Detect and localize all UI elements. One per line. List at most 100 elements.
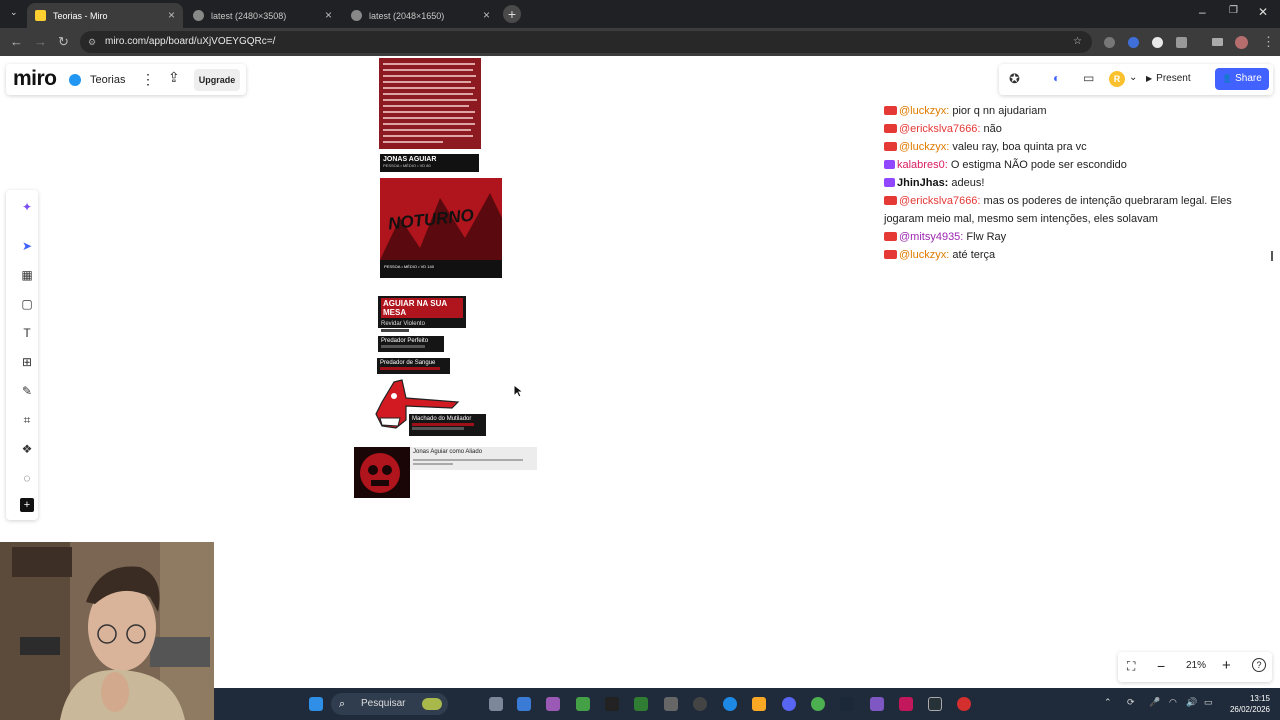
apps-icon[interactable]: ❖	[18, 440, 36, 458]
back-icon[interactable]: ←	[10, 34, 23, 49]
clock-date: 26/02/2026	[1229, 705, 1270, 714]
predador-de-sangue-card[interactable]: Predador de Sangue	[377, 358, 450, 374]
minimize-icon[interactable]: –	[1199, 5, 1206, 19]
volume-icon[interactable]: 🔊	[1186, 697, 1197, 708]
more-tools-icon[interactable]: +	[20, 498, 34, 512]
close-tab-icon[interactable]: ×	[483, 8, 490, 22]
help-icon[interactable]: ?	[1252, 658, 1266, 672]
extensions-puzzle-icon[interactable]	[1176, 37, 1187, 48]
chrome-icon[interactable]	[811, 697, 825, 711]
bookmark-star-icon[interactable]: ☆	[1073, 31, 1082, 53]
shapes-icon[interactable]: ⊞	[18, 353, 36, 371]
reload-icon[interactable]: ↻	[58, 34, 69, 50]
card-title: Predador de Sangue	[380, 360, 436, 366]
close-window-icon[interactable]: ✕	[1258, 5, 1268, 19]
address-bar[interactable]: ⚙ miro.com/app/board/uXjVOEYGQRc=/ ☆	[80, 31, 1092, 53]
stream-chat-overlay: @luckzyx: pior q nn ajudariam @erickslva7…	[884, 102, 1269, 264]
tab-search-icon[interactable]: ⌄	[10, 7, 18, 18]
app-icon[interactable]	[928, 697, 942, 711]
reading-list-icon[interactable]	[1212, 38, 1223, 46]
jonas-aguiar-card[interactable]: JONAS AGUIAR PESSOA • MÉDIO • VD 80	[380, 154, 479, 172]
sticky-note-icon[interactable]: ▢	[18, 295, 36, 313]
taskbar-clock[interactable]: 13:15 26/02/2026	[1230, 693, 1270, 715]
aliado-skull-image[interactable]	[354, 447, 410, 498]
select-cursor-icon[interactable]: ➤	[18, 237, 36, 255]
site-info-icon[interactable]: ⚙	[88, 31, 96, 53]
tab-latest-2[interactable]: latest (2048×1650) ×	[343, 3, 498, 28]
comment-icon[interactable]: ◌	[18, 469, 36, 487]
share-button[interactable]: 👤 Share	[1215, 68, 1269, 90]
frame-icon[interactable]: ⌗	[18, 411, 36, 429]
battery-icon[interactable]: ▭	[1204, 697, 1213, 708]
zoom-in-icon[interactable]: +	[1222, 657, 1231, 674]
board-menu-icon[interactable]: ⋮	[141, 71, 155, 88]
app-icon[interactable]	[664, 697, 678, 711]
close-tab-icon[interactable]: ×	[325, 8, 332, 22]
chevron-down-icon[interactable]: ⌄	[1129, 72, 1137, 83]
extension-icon[interactable]	[1104, 37, 1115, 48]
clock-time: 13:15	[1249, 694, 1270, 703]
discord-icon[interactable]	[782, 697, 796, 711]
canvas-scrollbar[interactable]	[1271, 251, 1273, 261]
comments-icon[interactable]: ◐	[1053, 71, 1060, 85]
theory-text-card[interactable]	[379, 58, 481, 149]
tray-chevron-icon[interactable]: ⌃	[1104, 697, 1112, 708]
app-icon[interactable]	[899, 697, 913, 711]
zoom-level[interactable]: 21%	[1186, 660, 1206, 671]
reactions-icon[interactable]: ✪	[1009, 71, 1020, 87]
text-line	[413, 459, 523, 461]
chat-username: @luckzyx:	[899, 141, 950, 153]
close-tab-icon[interactable]: ×	[168, 8, 175, 22]
app-icon[interactable]	[634, 697, 648, 711]
tab-teorias-miro[interactable]: Teorias - Miro ×	[27, 3, 183, 28]
task-view-icon[interactable]	[489, 697, 503, 711]
export-icon[interactable]: ⇪	[168, 69, 180, 86]
forward-icon[interactable]: →	[34, 34, 47, 49]
ai-sparkle-icon[interactable]: ✦	[18, 198, 36, 216]
profile-avatar-icon[interactable]	[1235, 36, 1248, 49]
tray-app-icon[interactable]: ⟳	[1127, 697, 1135, 708]
chat-message: @luckzyx: pior q nn ajudariam	[884, 102, 1269, 120]
app-icon[interactable]	[576, 697, 590, 711]
extension-icon[interactable]	[1152, 37, 1163, 48]
card-subtitle: PESSOA • MÉDIO • VD 80	[383, 163, 431, 168]
upgrade-button[interactable]: Upgrade	[194, 69, 240, 91]
noturno-poster[interactable]: NOTURNO PESSOA • MÉDIO • VD 140	[380, 178, 502, 278]
jonas-aliado-card[interactable]: Jonas Aguiar como Aliado	[410, 447, 537, 470]
templates-icon[interactable]: ▦	[18, 266, 36, 284]
start-windows-icon[interactable]	[309, 697, 323, 711]
copilot-icon[interactable]	[546, 697, 560, 711]
aguiar-na-sua-mesa-card[interactable]: AGUIAR NA SUA MESA Revidar Violento	[378, 296, 466, 332]
text-icon[interactable]: T	[18, 324, 36, 342]
app-icon[interactable]	[870, 697, 884, 711]
wifi-icon[interactable]: ◠	[1169, 697, 1177, 708]
browser-menu-icon[interactable]: ⋮	[1262, 34, 1275, 50]
pen-icon[interactable]: ✎	[18, 382, 36, 400]
capcut-icon[interactable]	[605, 697, 619, 711]
predador-perfeito-card[interactable]: Predador Perfeito	[378, 336, 444, 352]
machado-do-mutilador-card[interactable]: Machado do Mutilador	[409, 414, 486, 436]
taskbar-search[interactable]: ⌕ Pesquisar	[331, 693, 448, 715]
board-name[interactable]: Teorias	[90, 74, 125, 86]
edge-icon[interactable]	[723, 697, 737, 711]
video-call-icon[interactable]: ▭	[1083, 71, 1094, 85]
zoom-out-icon[interactable]: −	[1157, 658, 1165, 674]
present-button[interactable]: ▶ Present	[1146, 68, 1206, 90]
microphone-icon[interactable]: 🎤	[1149, 697, 1160, 708]
obs-icon[interactable]	[693, 697, 707, 711]
globe-favicon-icon	[193, 10, 204, 21]
tab-latest-1[interactable]: latest (2480×3508) ×	[185, 3, 340, 28]
url-text: miro.com/app/board/uXjVOEYGQRc=/	[105, 36, 276, 47]
store-icon[interactable]	[517, 697, 531, 711]
steam-icon[interactable]	[840, 697, 854, 711]
card-title: Machado do Mutilador	[412, 416, 472, 422]
fit-screen-icon[interactable]: ⛶	[1127, 659, 1135, 674]
restore-icon[interactable]: ❐	[1229, 5, 1238, 16]
new-tab-button[interactable]: +	[503, 5, 521, 23]
extension-icon[interactable]	[1128, 37, 1139, 48]
chat-text: pior q nn ajudariam	[949, 105, 1047, 117]
app-icon[interactable]	[957, 697, 971, 711]
file-explorer-icon[interactable]	[752, 697, 766, 711]
miro-logo[interactable]: miro	[13, 67, 57, 91]
user-avatar[interactable]: R	[1109, 71, 1125, 87]
